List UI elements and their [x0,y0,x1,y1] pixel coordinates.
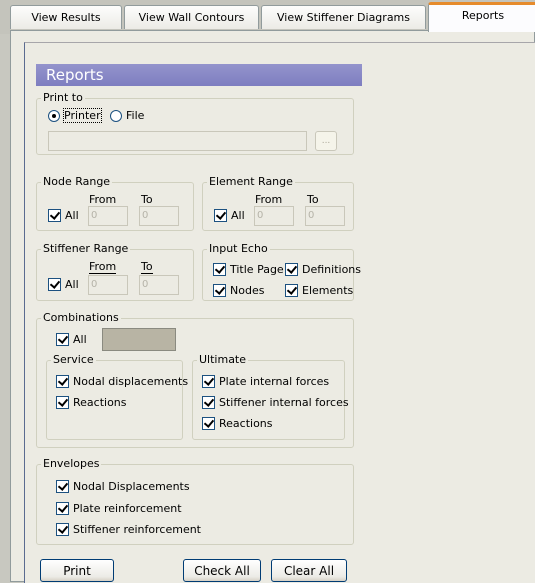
tab-view-results[interactable]: View Results [10,5,122,29]
service-nodal-displacements-label: Nodal displacements [73,375,189,388]
file-radio[interactable] [110,110,122,122]
combinations-color-swatch[interactable] [102,328,176,351]
node-to-input[interactable]: 0 [139,206,179,226]
tab-view-stiffener-diagrams[interactable]: View Stiffener Diagrams [261,5,426,29]
file-path-input[interactable] [48,131,307,151]
stiffener-from-label: From [89,260,117,274]
ultimate-reactions-checkbox[interactable] [202,417,215,430]
element-to-label: To [307,193,319,207]
plate-internal-forces-checkbox[interactable] [202,375,215,388]
stiffener-from-input[interactable]: 0 [88,275,128,295]
node-from-label: From [89,193,117,207]
stiffener-to-input[interactable]: 0 [139,275,179,295]
combinations-all-checkbox[interactable] [56,333,69,346]
element-all-label: All [231,209,245,222]
browse-button[interactable]: ... [315,131,337,151]
print-button[interactable]: Print [40,559,114,582]
clear-all-button[interactable]: Clear All [271,559,347,582]
envelopes-legend: Envelopes [41,457,102,470]
envelope-nodal-displacements-label: Nodal Displacements [73,480,190,493]
element-all-checkbox[interactable] [214,209,227,222]
stiffener-internal-forces-checkbox[interactable] [202,396,215,409]
nodes-checkbox[interactable] [213,284,226,297]
stiffener-to-label: To [141,260,153,274]
node-from-input[interactable]: 0 [88,206,128,226]
elements-checkbox[interactable] [285,284,298,297]
envelope-plate-reinforcement-label: Plate reinforcement [73,502,182,515]
tab-label: View Wall Contours [138,11,245,24]
nodes-label: Nodes [230,284,265,297]
node-all-checkbox[interactable] [48,209,61,222]
tab-reports[interactable]: Reports [428,2,535,32]
combinations-all-label: All [73,333,87,346]
page-title: Reports [36,64,362,86]
tab-view-wall-contours[interactable]: View Wall Contours [124,5,259,29]
tab-label: View Stiffener Diagrams [276,11,410,24]
definitions-checkbox[interactable] [285,263,298,276]
stiffener-internal-forces-label: Stiffener internal forces [219,396,349,409]
service-legend: Service [51,353,96,366]
envelope-nodal-displacements-checkbox[interactable] [56,480,69,493]
file-label[interactable]: File [126,109,144,122]
tab-label: View Results [31,11,101,24]
input-echo-legend: Input Echo [207,242,270,255]
element-from-label: From [255,193,283,207]
node-range-legend: Node Range [41,175,113,188]
envelope-stiffener-reinforcement-checkbox[interactable] [56,523,69,536]
element-range-legend: Element Range [207,175,295,188]
service-nodal-displacements-checkbox[interactable] [56,375,69,388]
stiffener-all-label: All [65,278,79,291]
printer-radio[interactable] [48,110,60,122]
envelope-plate-reinforcement-checkbox[interactable] [56,502,69,515]
plate-internal-forces-label: Plate internal forces [219,375,330,388]
printer-label[interactable]: Printer [63,108,102,123]
elements-label: Elements [302,284,354,297]
title-page-label: Title Page [230,263,284,276]
tab-label: Reports [461,9,505,22]
node-all-label: All [65,209,79,222]
definitions-label: Definitions [302,263,361,276]
combinations-legend: Combinations [41,311,121,324]
tab-bar: View Results View Wall Contours View Sti… [0,0,535,34]
print-to-legend: Print to [41,91,85,104]
stiffener-all-checkbox[interactable] [48,278,61,291]
title-page-checkbox[interactable] [213,263,226,276]
service-reactions-checkbox[interactable] [56,396,69,409]
element-from-input[interactable]: 0 [254,206,294,226]
check-all-button[interactable]: Check All [183,559,261,582]
stiffener-range-legend: Stiffener Range [41,242,131,255]
service-reactions-label: Reactions [73,396,127,409]
node-to-label: To [141,193,153,207]
ultimate-legend: Ultimate [197,353,249,366]
ultimate-reactions-label: Reactions [219,417,273,430]
element-to-input[interactable]: 0 [305,206,345,226]
envelope-stiffener-reinforcement-label: Stiffener reinforcement [73,523,201,536]
